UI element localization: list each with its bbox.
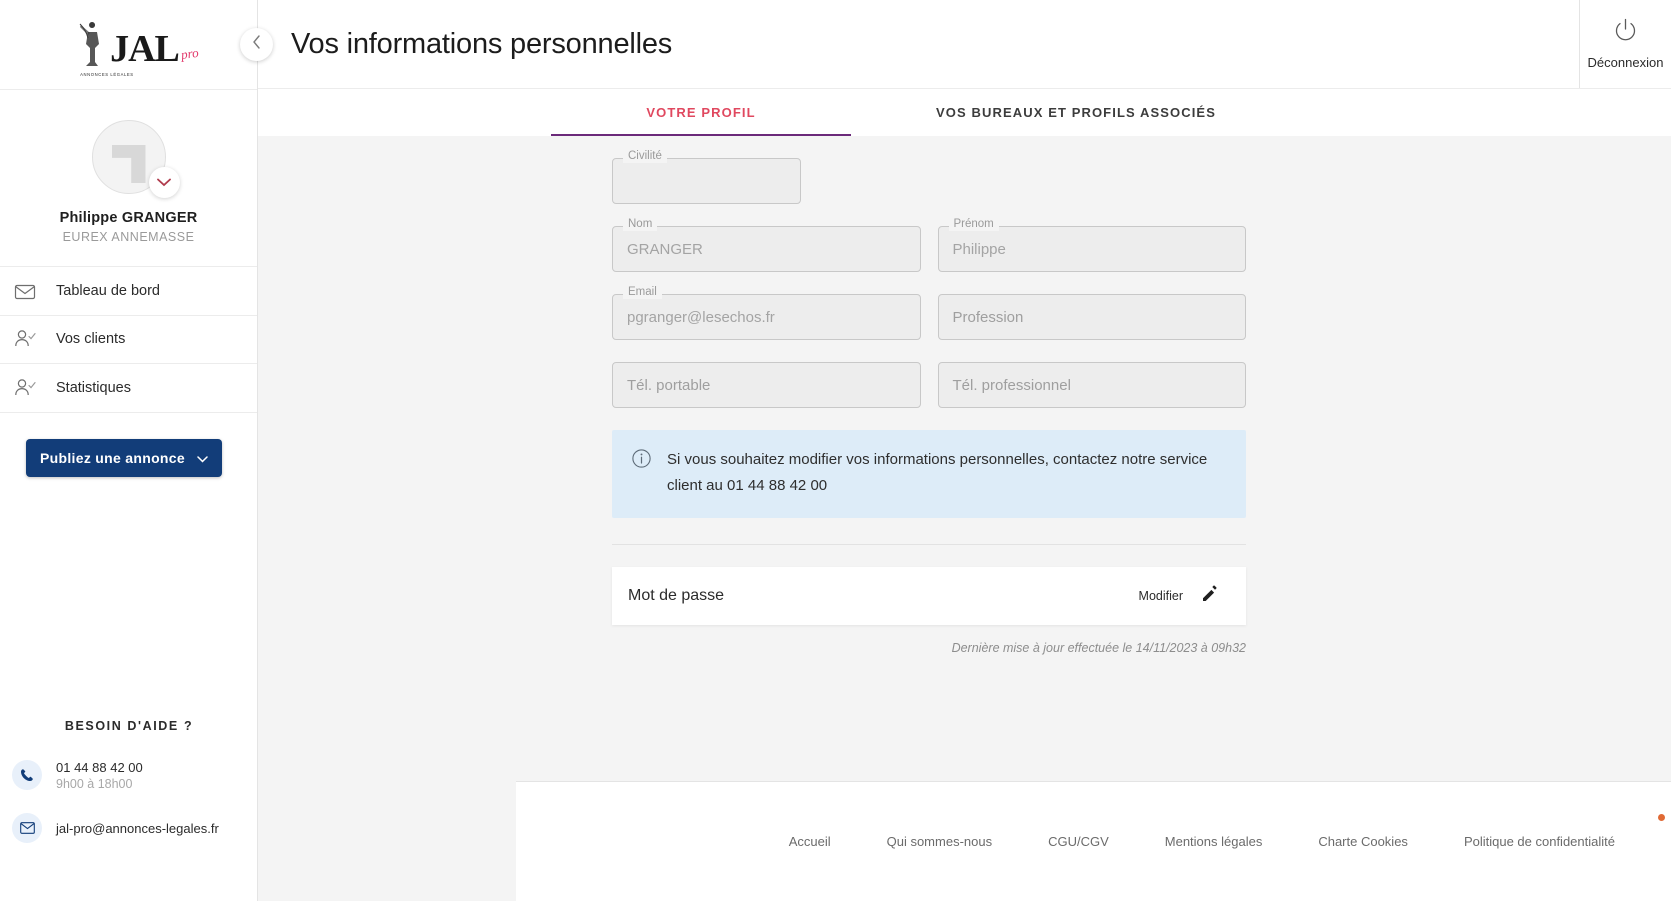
tel-portable-placeholder: Tél. portable xyxy=(627,376,711,394)
footer-link-politique-de-confidentialite[interactable]: Politique de confidentialité xyxy=(1436,834,1643,849)
tab-vos-bureaux-et-profils-associes[interactable]: VOS BUREAUX ET PROFILS ASSOCIÉS xyxy=(926,89,1226,136)
nom-field[interactable]: Nom GRANGER xyxy=(612,218,921,272)
footer-link-charte-cookies[interactable]: Charte Cookies xyxy=(1290,834,1436,849)
sidebar-item-vos-clients[interactable]: Vos clients xyxy=(0,316,257,364)
publish-announcement-button[interactable]: Publiez une annonce xyxy=(26,438,222,477)
profession-field[interactable]: Profession xyxy=(937,294,1246,340)
email-value: pgranger@lesechos.fr xyxy=(627,308,775,326)
logout-label: Déconnexion xyxy=(1587,55,1664,70)
tel-professionnel-field[interactable]: Tél. professionnel xyxy=(937,362,1246,408)
user-check-icon xyxy=(12,326,38,352)
tab-bar: VOTRE PROFIL VOS BUREAUX ET PROFILS ASSO… xyxy=(258,88,1671,136)
help-title: BESOIN D'AIDE ? xyxy=(64,719,194,734)
footer-link-qui-sommes-nous[interactable]: Qui sommes-nous xyxy=(859,834,1020,849)
footer-link-cgu-cgv[interactable]: CGU/CGV xyxy=(1020,834,1137,849)
pencil-icon xyxy=(1201,584,1220,608)
email-field[interactable]: Email pgranger@lesechos.fr xyxy=(612,286,921,340)
main-area: Vos informations personnelles Déconnexio… xyxy=(240,0,1671,901)
footer-link-accueil[interactable]: Accueil xyxy=(761,834,859,849)
brand-tagline: ANNONCES LÉGALES xyxy=(80,71,134,77)
password-edit-button[interactable]: Modifier xyxy=(1139,584,1220,608)
help-hours: 9h00 à 18h00 xyxy=(56,777,133,791)
password-edit-label: Modifier xyxy=(1138,588,1183,603)
sidebar-nav: Tableau de bord Vos clients Statistiques xyxy=(0,267,257,413)
civilite-field[interactable]: Civilité xyxy=(612,150,801,204)
nom-value: GRANGER xyxy=(627,240,703,258)
sidebar-item-statistiques[interactable]: Statistiques xyxy=(0,364,257,413)
scroll-indicator-dot xyxy=(1658,814,1665,821)
tab-votre-profil[interactable]: VOTRE PROFIL xyxy=(551,89,851,136)
profile-menu-chevron-down-icon[interactable] xyxy=(148,167,180,198)
footer: Accueil Qui sommes-nous CGU/CGV Mentions… xyxy=(516,781,1671,901)
prenom-label: Prénom xyxy=(948,218,999,231)
nom-label: Nom xyxy=(623,218,658,231)
last-update-text: Dernière mise à jour effectuée le 14/11/… xyxy=(951,640,1246,655)
brand-wordmark: JAL xyxy=(110,28,180,71)
sidebar: JAL pro ANNONCES LÉGALES Philippe GRANGE… xyxy=(0,0,258,901)
password-card: Mot de passe Modifier xyxy=(612,566,1246,625)
chevron-left-icon xyxy=(252,35,261,54)
briefcase-icon xyxy=(12,278,38,304)
help-phone-number: 01 44 88 42 00 xyxy=(56,760,143,776)
help-email-address: jal-pro@annonces-legales.fr xyxy=(56,820,219,836)
tel-professionnel-placeholder: Tél. professionnel xyxy=(952,376,1071,394)
civilite-label: Civilité xyxy=(623,150,667,163)
password-label: Mot de passe xyxy=(628,586,725,604)
info-icon xyxy=(632,449,651,473)
back-button[interactable] xyxy=(240,28,273,61)
profession-placeholder: Profession xyxy=(952,308,1024,326)
info-alert-text: Si vous souhaitez modifier vos informati… xyxy=(667,451,1208,494)
footer-link-mentions-legales[interactable]: Mentions légales xyxy=(1137,834,1291,849)
sidebar-item-tableau-de-bord[interactable]: Tableau de bord xyxy=(0,267,257,316)
profile-form: Civilité Nom GRANGER Prénom Philippe Ema… xyxy=(612,150,1246,655)
user-silhouette-icon xyxy=(111,145,146,183)
envelope-icon xyxy=(12,813,42,843)
brand-suffix: pro xyxy=(180,44,200,62)
profile-organization: EUREX ANNEMASSE xyxy=(62,230,195,244)
help-phone-row[interactable]: 01 44 88 42 00 9h00 à 18h00 xyxy=(0,759,258,791)
profile-name: Philippe GRANGER xyxy=(59,210,198,226)
brand-logo[interactable]: JAL pro ANNONCES LÉGALES xyxy=(0,0,257,90)
justice-statue-icon xyxy=(78,21,108,68)
info-alert: Si vous souhaitez modifier vos informati… xyxy=(612,430,1246,518)
email-label: Email xyxy=(623,286,662,299)
user-check-icon xyxy=(12,375,38,401)
page-title: Vos informations personnelles xyxy=(291,27,673,60)
prenom-value: Philippe xyxy=(952,240,1006,258)
section-divider xyxy=(612,543,1246,545)
sidebar-item-label: Vos clients xyxy=(56,331,126,348)
help-email-row[interactable]: jal-pro@annonces-legales.fr xyxy=(0,813,258,843)
sidebar-profile: Philippe GRANGER EUREX ANNEMASSE xyxy=(0,90,257,267)
publish-button-label: Publiez une annonce xyxy=(40,449,185,466)
phone-icon xyxy=(12,760,42,791)
tel-portable-field[interactable]: Tél. portable xyxy=(612,362,921,408)
prenom-field[interactable]: Prénom Philippe xyxy=(937,218,1246,272)
sidebar-help: BESOIN D'AIDE ? 01 44 88 42 00 9h00 à 18… xyxy=(0,719,258,865)
sidebar-item-label: Statistiques xyxy=(56,379,131,396)
topbar: Vos informations personnelles Déconnexio… xyxy=(240,0,1671,88)
power-icon xyxy=(1613,18,1638,48)
chevron-down-icon xyxy=(197,450,208,466)
app-root: JAL pro ANNONCES LÉGALES Philippe GRANGE… xyxy=(0,0,1671,901)
logout-button[interactable]: Déconnexion xyxy=(1580,0,1671,88)
sidebar-item-label: Tableau de bord xyxy=(56,282,160,299)
